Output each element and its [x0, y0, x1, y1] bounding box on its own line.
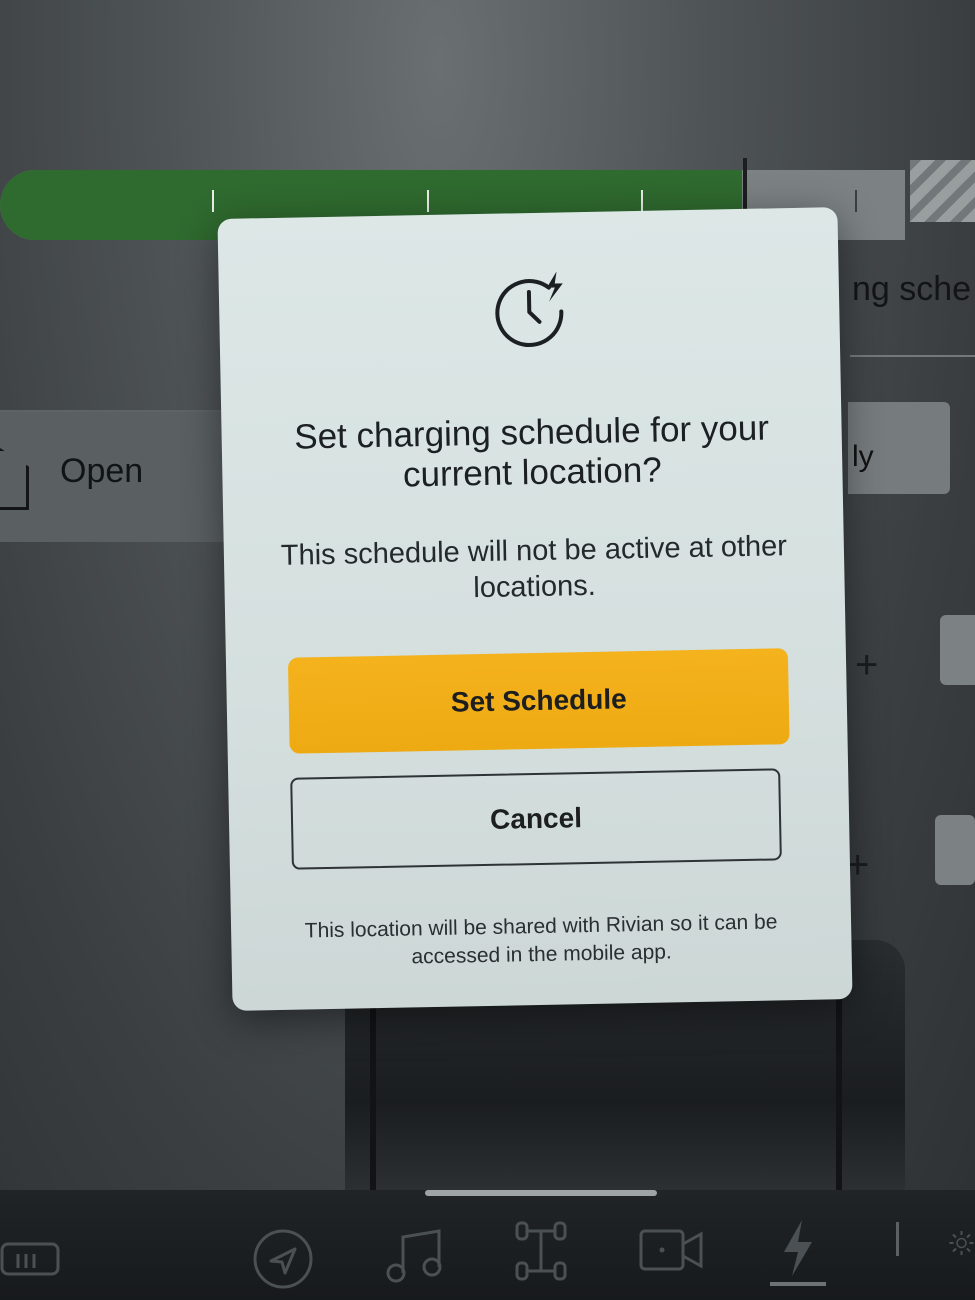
energy-icon[interactable] — [778, 1218, 818, 1278]
charging-schedule-dialog: Set charging schedule for your current l… — [217, 207, 853, 1011]
charge-tick — [427, 190, 429, 212]
vehicle-screen: Open ng sche ly + + Set charging schedul… — [0, 0, 975, 1300]
open-label: Open — [60, 452, 144, 490]
clock-bolt-icon — [490, 267, 572, 349]
charge-tick — [641, 190, 643, 212]
camera-icon[interactable] — [638, 1228, 704, 1272]
active-tab-indicator — [770, 1282, 826, 1286]
schedule-slot[interactable] — [940, 615, 975, 685]
charge-tick — [855, 190, 857, 212]
rear-defrost-icon[interactable] — [0, 1240, 62, 1280]
dock-handle[interactable] — [425, 1190, 657, 1196]
schedule-title-fragment: ng sche — [852, 270, 972, 308]
divider — [850, 355, 975, 357]
settings-icon[interactable] — [948, 1216, 975, 1270]
drive-modes-icon[interactable] — [514, 1220, 568, 1282]
navigation-icon[interactable] — [252, 1228, 314, 1290]
dialog-message: This schedule will not be active at othe… — [280, 530, 788, 605]
charge-tick — [212, 190, 214, 212]
music-icon[interactable] — [383, 1225, 443, 1285]
dock-divider — [896, 1222, 899, 1256]
cancel-button[interactable]: Cancel — [290, 768, 782, 870]
set-schedule-button[interactable]: Set Schedule — [287, 648, 790, 754]
dialog-title: Set charging schedule for your current l… — [293, 408, 770, 495]
schedule-slot[interactable] — [935, 815, 975, 885]
vehicle-frame — [370, 990, 842, 1196]
dialog-footer-note: This location will be shared with Rivian… — [304, 910, 778, 969]
schedule-chip-label: ly — [852, 440, 874, 473]
add-icon[interactable]: + — [855, 645, 878, 685]
charge-reserve-hatch — [910, 160, 975, 222]
bottom-dock — [0, 1190, 975, 1300]
